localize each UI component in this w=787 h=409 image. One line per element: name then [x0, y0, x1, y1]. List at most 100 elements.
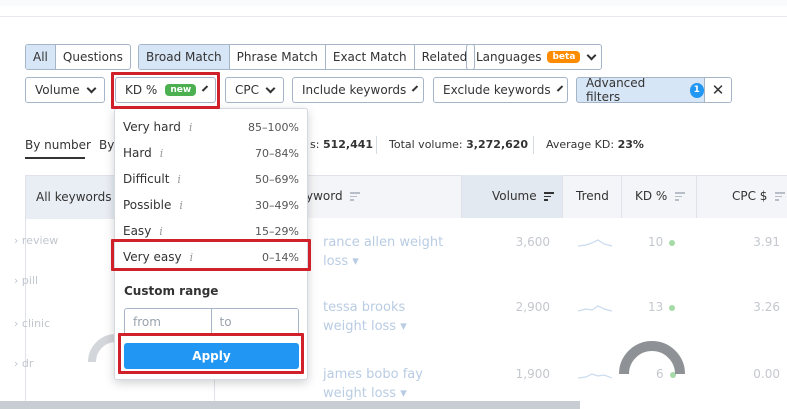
advanced-filters-label: Advanced filters	[586, 77, 646, 103]
volume-column-header[interactable]: Volume	[492, 175, 555, 218]
kd-from-input[interactable]	[125, 309, 212, 335]
horizontal-scrollbar[interactable]	[0, 401, 580, 409]
keywords-count-value: 512,441	[322, 138, 374, 151]
cpc-label: CPC	[235, 83, 259, 97]
sidebar-item[interactable]: › clinic	[14, 317, 50, 330]
keyword-text: rance allen weight	[323, 235, 444, 250]
kd-option-label: Easy	[123, 224, 152, 238]
kd-option-very-easy[interactable]: Very easy i 0–14%	[115, 246, 309, 272]
kd-option-range: 15–29%	[255, 225, 299, 238]
kd-number: 13	[648, 300, 664, 314]
sort-icon	[544, 190, 555, 203]
tab-by-number[interactable]: By number	[25, 138, 91, 152]
caret-down-icon: ▾	[400, 386, 407, 401]
sort-icon	[775, 190, 786, 203]
volume-dropdown[interactable]: Volume	[25, 77, 105, 103]
keyword-link[interactable]: tessa brooks weight loss ▾	[323, 298, 407, 336]
column-divider	[562, 175, 563, 218]
keyword-text: james bobo fay	[323, 367, 423, 382]
kd-option-easy[interactable]: Easy i 15–29%	[115, 220, 309, 246]
tab-all[interactable]: All	[26, 45, 56, 69]
sidebar-item[interactable]: › dr	[14, 357, 33, 370]
tab-by-other[interactable]: By	[99, 138, 114, 152]
apply-button[interactable]: Apply	[124, 343, 299, 369]
advanced-filters: Advanced filters 1 ✕	[576, 77, 732, 103]
sidebar-item-label: clinic	[21, 317, 51, 330]
tab-exact-match[interactable]: Exact Match	[326, 45, 415, 69]
trend-column-header[interactable]: Trend	[576, 175, 609, 218]
sort-icon	[675, 190, 686, 203]
kd-option-range: 30–49%	[255, 199, 299, 212]
column-divider	[461, 175, 462, 218]
info-icon: i	[189, 251, 194, 264]
kd-option-label: Difficult	[123, 172, 170, 186]
volume-label: Volume	[35, 83, 80, 97]
kd-value: 13	[648, 300, 676, 314]
sidebar-item[interactable]: › pill	[14, 274, 38, 287]
exclude-label: Exclude keywords	[443, 83, 551, 97]
kd-option-difficult[interactable]: Difficult i 50–69%	[115, 168, 309, 194]
kd-dot-icon	[669, 239, 676, 246]
kd-option-label: Very easy	[123, 250, 182, 264]
exclude-keywords-dropdown[interactable]: Exclude keywords	[433, 77, 568, 103]
tab-phrase-match[interactable]: Phrase Match	[230, 45, 326, 69]
kd-option-range: 0–14%	[262, 251, 299, 264]
kd-label: KD %	[125, 83, 158, 97]
total-volume-value: 3,272,620	[466, 138, 529, 151]
column-divider	[621, 175, 622, 218]
caret-down-icon: ▾	[400, 319, 407, 334]
keyword-column-header[interactable]: yword	[306, 175, 361, 218]
kd-option-range: 50–69%	[255, 173, 299, 186]
volume-value: 2,900	[515, 300, 550, 314]
sidebar-item[interactable]: › review	[14, 234, 58, 247]
keyword-text: tessa brooks	[323, 300, 406, 315]
column-divider	[696, 175, 697, 218]
tab-broad-match[interactable]: Broad Match	[139, 45, 230, 69]
clear-filters-button[interactable]: ✕	[705, 78, 731, 102]
volume-value: 3,600	[515, 235, 550, 249]
keyword-link[interactable]: rance allen weight loss ▾	[323, 233, 443, 271]
volume-column-label: Volume	[492, 189, 537, 203]
chevron-down-icon	[265, 83, 276, 93]
kd-option-hard[interactable]: Hard i 70–84%	[115, 142, 309, 168]
kd-option-label: Hard	[123, 146, 152, 160]
kd-option-very-hard[interactable]: Very hard i 85–100%	[115, 116, 309, 142]
cpc-column-label: CPC $	[732, 189, 768, 203]
type-tabs: All Questions	[25, 44, 131, 70]
keyword-link[interactable]: james bobo fay weight loss ▾	[323, 365, 423, 403]
info-icon: i	[159, 225, 163, 238]
kd-option-possible[interactable]: Possible i 30–49%	[115, 194, 309, 220]
keyword-text: weight loss	[323, 386, 397, 401]
kd-option-range: 70–84%	[255, 147, 299, 160]
languages-dropdown[interactable]: Languages beta	[466, 44, 602, 70]
kd-dropdown[interactable]: KD % new	[115, 77, 216, 103]
include-label: Include keywords	[302, 83, 407, 97]
sort-icon	[350, 190, 361, 203]
sidebar-item-label: dr	[21, 357, 34, 370]
average-kd: Average KD: 23%	[546, 138, 644, 151]
gauge-icon	[619, 341, 685, 375]
cpc-value: 0.00	[753, 367, 780, 381]
cpc-dropdown[interactable]: CPC	[225, 77, 284, 103]
info-icon: i	[177, 173, 181, 186]
kd-filter-menu: Very hard i 85–100% Hard i 70–84% Difficul…	[114, 108, 308, 380]
tab-questions[interactable]: Questions	[56, 45, 130, 69]
info-icon: i	[179, 199, 183, 212]
trend-sparkline	[578, 305, 613, 312]
kd-to-input[interactable]	[211, 309, 298, 335]
kd-value: 10	[648, 235, 676, 249]
keyword-text: weight loss	[323, 319, 397, 334]
kd-option-range: 85–100%	[248, 121, 299, 134]
kd-number: 10	[648, 235, 664, 249]
kd-column-header[interactable]: KD %	[635, 175, 686, 218]
keywords-count-label: s:	[310, 138, 320, 151]
top-strip	[0, 0, 787, 6]
custom-range-label: Custom range	[124, 284, 219, 298]
include-keywords-dropdown[interactable]: Include keywords	[292, 77, 424, 103]
advanced-filters-button[interactable]: Advanced filters 1	[577, 78, 705, 102]
top-divider	[0, 16, 787, 17]
cpc-column-header[interactable]: CPC $	[732, 175, 786, 218]
total-volume: Total volume: 3,272,620	[389, 138, 528, 151]
kd-option-label: Very hard	[123, 120, 181, 134]
stat-divider	[376, 136, 377, 154]
